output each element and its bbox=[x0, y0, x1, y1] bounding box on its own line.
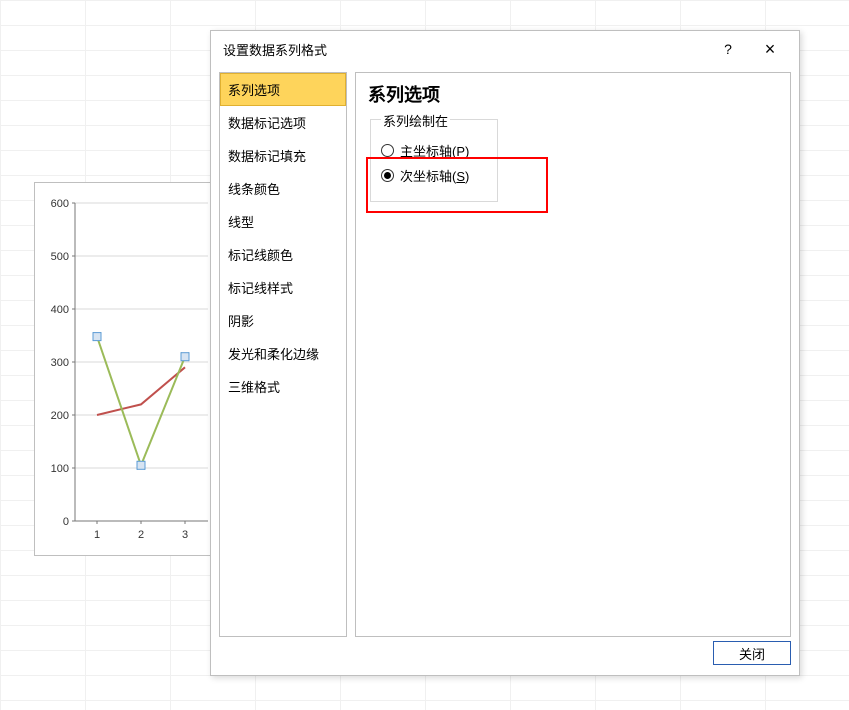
svg-text:100: 100 bbox=[51, 463, 69, 475]
radio-secondary-label: 次坐标轴(S) bbox=[400, 166, 469, 185]
embedded-chart[interactable]: 600 500 400 300 200 100 0 1 2 3 bbox=[34, 182, 212, 556]
svg-text:400: 400 bbox=[51, 304, 69, 316]
radio-primary-axis[interactable]: 主坐标轴(P) bbox=[381, 141, 487, 160]
dialog-title: 设置数据系列格式 bbox=[219, 40, 707, 59]
sidebar-item-shadow[interactable]: 阴影 bbox=[220, 304, 346, 337]
category-sidebar: 系列选项 数据标记选项 数据标记填充 线条颜色 线型 标记线颜色 标记线样式 阴… bbox=[219, 72, 347, 637]
radio-dot-primary bbox=[381, 144, 394, 157]
svg-text:200: 200 bbox=[51, 410, 69, 422]
panel-title: 系列选项 bbox=[368, 81, 778, 107]
close-button[interactable]: 关闭 bbox=[713, 641, 791, 665]
chart-series-green bbox=[97, 337, 185, 466]
radio-secondary-axis[interactable]: 次坐标轴(S) bbox=[381, 166, 487, 185]
sidebar-item-glow-softedges[interactable]: 发光和柔化边缘 bbox=[220, 337, 346, 370]
sidebar-item-line-color[interactable]: 线条颜色 bbox=[220, 172, 346, 205]
sidebar-item-marker-fill[interactable]: 数据标记填充 bbox=[220, 139, 346, 172]
chart-x-tick-2: 2 bbox=[138, 529, 144, 541]
svg-text:300: 300 bbox=[51, 357, 69, 369]
sidebar-item-3d-format[interactable]: 三维格式 bbox=[220, 370, 346, 403]
fieldset-legend: 系列绘制在 bbox=[381, 114, 450, 129]
sidebar-item-marker-line-color[interactable]: 标记线颜色 bbox=[220, 238, 346, 271]
format-data-series-dialog: 设置数据系列格式 ? × 系列选项 数据标记选项 数据标记填充 线条颜色 线型 … bbox=[210, 30, 800, 676]
options-panel: 系列选项 系列绘制在 主坐标轴(P) 次坐标轴(S) bbox=[355, 72, 791, 637]
svg-text:600: 600 bbox=[51, 198, 69, 210]
chart-x-tick-3: 3 bbox=[182, 529, 188, 541]
sidebar-item-marker-line-style[interactable]: 标记线样式 bbox=[220, 271, 346, 304]
plot-on-fieldset: 系列绘制在 主坐标轴(P) 次坐标轴(S) bbox=[370, 119, 498, 202]
sidebar-item-marker-options[interactable]: 数据标记选项 bbox=[220, 106, 346, 139]
radio-primary-label: 主坐标轴(P) bbox=[400, 141, 469, 160]
chart-plot-area: 600 500 400 300 200 100 0 1 2 3 bbox=[43, 193, 207, 545]
sidebar-item-line-style[interactable]: 线型 bbox=[220, 205, 346, 238]
dialog-titlebar[interactable]: 设置数据系列格式 ? × bbox=[211, 31, 799, 67]
help-icon[interactable]: ? bbox=[707, 35, 749, 63]
svg-text:500: 500 bbox=[51, 251, 69, 263]
svg-text:0: 0 bbox=[63, 516, 69, 528]
chart-x-tick-1: 1 bbox=[94, 529, 100, 541]
dialog-footer: 关闭 bbox=[211, 637, 799, 675]
sidebar-item-series-options[interactable]: 系列选项 bbox=[220, 73, 346, 106]
close-icon[interactable]: × bbox=[749, 35, 791, 63]
radio-dot-secondary bbox=[381, 169, 394, 182]
